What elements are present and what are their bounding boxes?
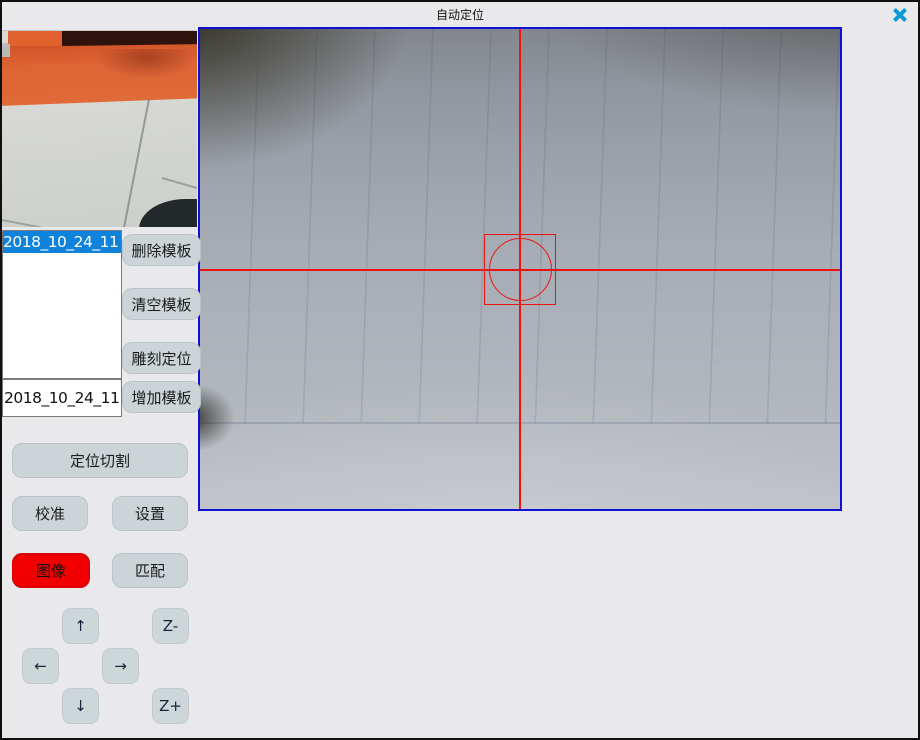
- jog-right-button[interactable]: →: [102, 648, 139, 684]
- thumbnail-tile-line-right: [162, 177, 197, 191]
- close-icon[interactable]: [890, 6, 910, 24]
- thumbnail-dark-bar: [60, 30, 197, 46]
- window-title: 自动定位: [2, 2, 918, 28]
- delete-template-button[interactable]: 删除模板: [122, 234, 201, 266]
- camera-view[interactable]: [198, 27, 842, 511]
- clear-templates-button[interactable]: 清空模板: [122, 288, 201, 320]
- auto-locate-window: 自动定位 2018_10_24_11 删除模板 清空模板 雕刻定位 增加模板 定…: [2, 2, 918, 738]
- thumbnail-tile-line-vertical: [122, 99, 150, 227]
- thumbnail-gray-notch: [2, 44, 10, 57]
- thumbnail-dark-object: [139, 199, 197, 227]
- list-item[interactable]: 2018_10_24_11: [3, 231, 121, 253]
- template-list[interactable]: 2018_10_24_11: [2, 230, 122, 379]
- match-button[interactable]: 匹配: [112, 553, 188, 588]
- jog-up-button[interactable]: ↑: [62, 608, 99, 644]
- title-bar: 自动定位: [2, 2, 918, 28]
- calibrate-button[interactable]: 校准: [12, 496, 88, 531]
- template-name-input[interactable]: [2, 379, 122, 417]
- add-template-button[interactable]: 增加模板: [122, 381, 201, 413]
- settings-button[interactable]: 设置: [112, 496, 188, 531]
- locate-cut-button[interactable]: 定位切割: [12, 443, 188, 478]
- thumbnail-orange-chip: [8, 31, 62, 46]
- engrave-locate-button[interactable]: 雕刻定位: [122, 342, 201, 374]
- thumbnail-beam-shadow: [97, 49, 197, 79]
- target-circle-overlay: [489, 238, 552, 301]
- image-button[interactable]: 图像: [12, 553, 90, 588]
- thumbnail-tile-line-left: [2, 219, 41, 227]
- z-minus-button[interactable]: Z-: [152, 608, 189, 644]
- jog-left-button[interactable]: ←: [22, 648, 59, 684]
- jog-down-button[interactable]: ↓: [62, 688, 99, 724]
- z-plus-button[interactable]: Z+: [152, 688, 189, 724]
- template-thumbnail: [2, 30, 197, 227]
